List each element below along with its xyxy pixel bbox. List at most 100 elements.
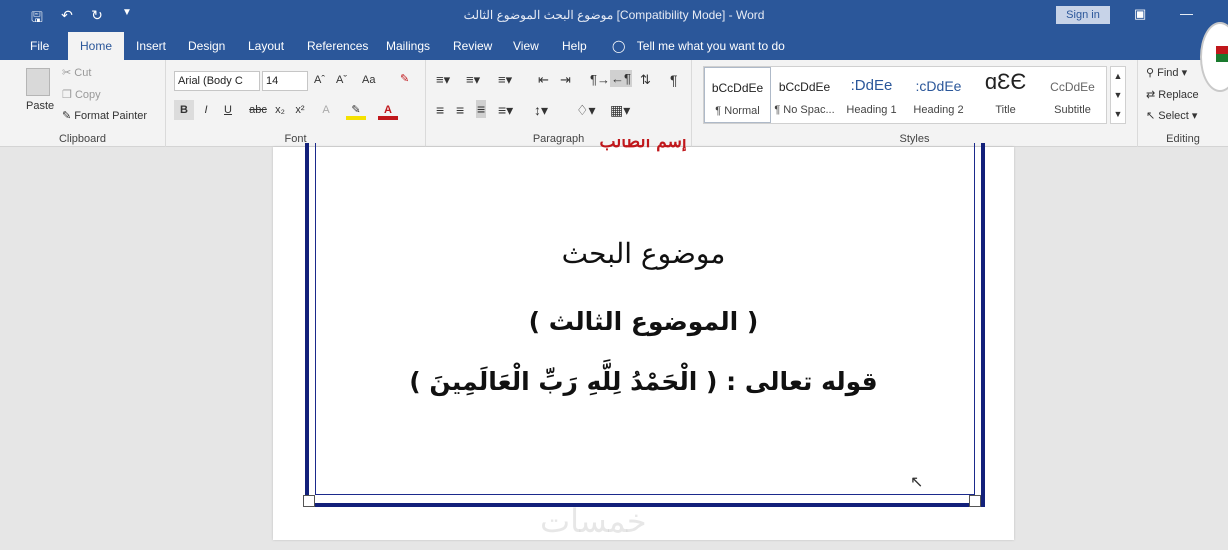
ribbon: Paste ✂ Cut ❐ Copy ✎ Format Painter Clip…: [0, 60, 1228, 147]
research-topic-title[interactable]: موضوع البحث: [273, 237, 1014, 270]
minimize-icon[interactable]: —: [1180, 6, 1193, 21]
select-button[interactable]: ↖ Select ▾: [1146, 109, 1197, 122]
style-name: ¶ Normal: [715, 105, 760, 117]
subscript-button[interactable]: x₂: [270, 100, 290, 120]
shading-icon[interactable]: ♢▾: [576, 102, 596, 119]
document-title: موضوع البحث الموضوع الثالث [Compatibilit…: [463, 8, 765, 22]
font-name-box[interactable]: Arial (Body C: [174, 71, 260, 91]
align-center-icon[interactable]: ≡: [456, 102, 464, 118]
format-painter-button[interactable]: ✎ Format Painter: [62, 109, 147, 122]
research-topic-subtitle[interactable]: ( الموضوع الثالث ): [273, 307, 1014, 336]
clipboard-group-label: Clipboard: [58, 133, 107, 145]
find-button[interactable]: ⚲ Find ▾: [1146, 66, 1187, 79]
title-bar: 🖫 ↶ ↻ ▼ موضوع البحث الموضوع الثالث [Comp…: [0, 0, 1228, 32]
ltr-direction-icon[interactable]: ¶→: [590, 72, 610, 87]
paste-button[interactable]: Paste: [26, 100, 54, 112]
bullets-icon[interactable]: ≡▾: [436, 72, 450, 88]
style-heading-2[interactable]: :cDdEe Heading 2: [905, 67, 972, 123]
watermark: خمسات: [540, 502, 647, 540]
grow-font-button[interactable]: Aˆ: [314, 74, 325, 86]
font-size-box[interactable]: 14: [262, 71, 308, 91]
style-sample: ɑƐЄ: [984, 69, 1027, 94]
table-resize-handle-left[interactable]: [303, 495, 315, 507]
editing-group-label: Editing: [1166, 133, 1200, 145]
style-name: ¶ No Spac...: [774, 104, 835, 116]
strikethrough-button[interactable]: abc: [246, 100, 270, 120]
paragraph-group: ≡▾ ≡▾ ≡▾ ⇤ ⇥ ¶→ ←¶ ⇅ ¶ ≡ ≡ ≡ ≡▾ ↕▾ ♢▾ ▦▾…: [426, 60, 692, 147]
font-color-button[interactable]: A: [378, 100, 398, 120]
mouse-cursor-icon: ↖: [910, 474, 924, 491]
highlight-color-icon[interactable]: ✎: [346, 100, 366, 120]
flag-red-stripe: [1216, 46, 1228, 54]
style-subtitle[interactable]: CcDdEe Subtitle: [1039, 67, 1106, 123]
tab-references[interactable]: References: [307, 39, 368, 53]
change-case-button[interactable]: Aa: [362, 74, 375, 86]
sign-in-button[interactable]: Sign in: [1056, 6, 1110, 24]
copy-icon: ❐: [62, 89, 72, 101]
line-spacing-icon[interactable]: ↕▾: [534, 102, 548, 119]
multilevel-list-icon[interactable]: ≡▾: [498, 72, 512, 88]
style-sample: :cDdEe: [915, 78, 962, 94]
document-canvas[interactable]: إسم الطالب موضوع البحث ( الموضوع الثالث …: [0, 139, 1228, 550]
style-name: Heading 2: [913, 104, 964, 116]
style-normal[interactable]: bCcDdEe ¶ Normal: [704, 67, 771, 123]
text-effects-icon[interactable]: A: [316, 100, 336, 120]
align-left-icon[interactable]: ≡: [436, 102, 444, 118]
document-page[interactable]: إسم الطالب موضوع البحث ( الموضوع الثالث …: [273, 139, 1014, 540]
ribbon-tabs: File Home Insert Design Layout Reference…: [0, 32, 1228, 60]
replace-icon: ⇄: [1146, 89, 1156, 101]
increase-indent-icon[interactable]: ⇥: [560, 72, 571, 88]
ribbon-display-options-icon[interactable]: ▣: [1134, 6, 1146, 22]
clear-formatting-icon[interactable]: ✎: [400, 72, 409, 85]
table-resize-handle-right[interactable]: [969, 495, 981, 507]
cut-button[interactable]: ✂ Cut: [62, 66, 91, 79]
search-icon: ⚲: [1146, 67, 1155, 79]
tab-view[interactable]: View: [513, 39, 539, 53]
style-heading-1[interactable]: :DdEe Heading 1: [838, 67, 905, 123]
rtl-direction-icon[interactable]: ←¶: [610, 70, 632, 87]
align-right-icon[interactable]: ≡: [476, 100, 487, 118]
tell-me-label: Tell me what you want to do: [636, 39, 785, 53]
replace-button[interactable]: ⇄ Replace: [1146, 88, 1199, 101]
copy-button[interactable]: ❐ Copy: [62, 88, 101, 101]
paste-icon[interactable]: [26, 68, 50, 96]
pointer-icon: ↖: [1146, 110, 1156, 122]
tab-mailings[interactable]: Mailings: [386, 39, 430, 53]
tell-me-search[interactable]: ◯ Tell me what you want to do: [612, 39, 785, 53]
tab-layout[interactable]: Layout: [248, 39, 284, 53]
justify-icon[interactable]: ≡▾: [498, 102, 513, 119]
clipboard-group: Paste ✂ Cut ❐ Copy ✎ Format Painter Clip…: [0, 60, 166, 147]
style-sample: bCcDdEe: [778, 80, 831, 94]
tab-home[interactable]: Home: [68, 32, 125, 60]
underline-button[interactable]: U: [218, 100, 238, 120]
bold-button[interactable]: B: [174, 100, 194, 120]
superscript-button[interactable]: x²: [290, 100, 310, 120]
style-name: Heading 1: [846, 104, 897, 116]
style-name: Title: [995, 104, 1016, 116]
style-title[interactable]: ɑƐЄ Title: [972, 67, 1039, 123]
style-sample: :DdEe: [850, 77, 893, 94]
style-no-spacing[interactable]: bCcDdEe ¶ No Spac...: [771, 67, 838, 123]
style-sample: CcDdEe: [1050, 80, 1095, 94]
tab-insert[interactable]: Insert: [136, 39, 166, 53]
borders-icon[interactable]: ▦▾: [610, 102, 630, 119]
tab-help[interactable]: Help: [562, 39, 587, 53]
shrink-font-button[interactable]: Aˇ: [336, 74, 347, 86]
styles-scroll-icon[interactable]: ▲ ▼ ▼: [1110, 66, 1126, 124]
tab-design[interactable]: Design: [188, 39, 225, 53]
font-group: Arial (Body C 14 Aˆ Aˇ Aa ✎ B I U abc x₂…: [166, 60, 426, 147]
styles-gallery: bCcDdEe ¶ Normal bCcDdEe ¶ No Spac... :D…: [703, 66, 1107, 124]
scissors-icon: ✂: [62, 67, 72, 79]
quran-verse-line[interactable]: قوله تعالى : ( الْحَمْدُ لِلَّهِ رَبِّ ا…: [273, 367, 1014, 396]
style-sample: bCcDdEe: [711, 81, 764, 95]
italic-button[interactable]: I: [196, 100, 216, 120]
show-marks-icon[interactable]: ¶: [670, 72, 678, 88]
sort-icon[interactable]: ⇅: [640, 72, 651, 88]
paintbrush-icon: ✎: [62, 110, 72, 122]
tab-review[interactable]: Review: [453, 39, 492, 53]
decrease-indent-icon[interactable]: ⇤: [538, 72, 549, 88]
lightbulb-icon: ◯: [612, 39, 626, 53]
numbering-icon[interactable]: ≡▾: [466, 72, 480, 88]
tab-file[interactable]: File: [30, 39, 49, 53]
flag-green-stripe: [1216, 54, 1228, 62]
